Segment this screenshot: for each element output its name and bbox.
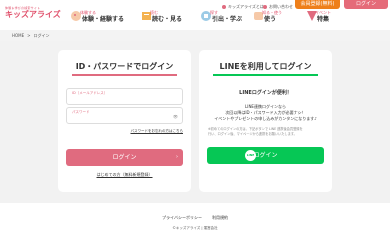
chevron-right-icon: ›	[176, 154, 178, 160]
register-button[interactable]: 会員登録(無料)	[295, 0, 340, 9]
site-header: 体験＆学びの検索サイト キッズアライズ 体験する 体験・経験する 読む 読む・見…	[0, 0, 390, 30]
nav-sub-label: イベント	[315, 10, 331, 15]
id-login-panel: ID・パスワードでログイン ID（メールアドレス） パスワード 👁 パスワードを…	[58, 50, 191, 192]
nav-item-use[interactable]: 知る・使う 使う	[252, 9, 292, 27]
id-field-label: ID（メールアドレス）	[72, 91, 108, 95]
password-field[interactable]: パスワード 👁	[66, 107, 183, 124]
nav-main-label: 読む・見る	[152, 16, 183, 23]
line-login-title: LINEを利用してログイン	[219, 62, 312, 71]
contact-link[interactable]: お問い合わせ	[263, 3, 293, 10]
header-login-button[interactable]: ログイン	[344, 0, 388, 9]
nav-sub-label: 体験する	[80, 10, 96, 15]
breadcrumb-current: ログイン	[33, 33, 50, 38]
about-link[interactable]: キッズアライズとは	[222, 3, 264, 10]
id-login-button[interactable]: ログイン ›	[66, 149, 183, 166]
main-content: ID・パスワードでログイン ID（メールアドレス） パスワード 👁 パスワードを…	[0, 41, 390, 203]
title-underline	[72, 74, 177, 76]
register-link[interactable]: はじめての方（無料新規登録）	[58, 172, 191, 177]
mail-icon	[263, 5, 267, 9]
privacy-policy-link[interactable]: プライバシーポリシー	[162, 215, 202, 220]
nav-item-learn[interactable]: 探す 引出・学ぶ	[200, 9, 245, 27]
about-link-label: キッズアライズとは	[228, 4, 264, 9]
line-login-button-label: ログイン	[253, 152, 278, 159]
line-desc-line: イベントやプレゼントの申し込みがカンタンになります♪	[214, 116, 317, 121]
logo-text: キッズアライズ	[5, 10, 61, 19]
nav-main-label: 特集	[317, 16, 330, 23]
nav-main-label: 使う	[264, 16, 277, 23]
footer-links: プライバシーポリシー 利用規約	[0, 215, 390, 221]
line-description: LINE連携ログインなら 次回以降はID・パスワード入力が必要ナシ！ イベントや…	[199, 104, 332, 122]
forgot-password-link[interactable]: パスワードをお忘れの方はこちら	[131, 129, 184, 134]
line-login-button[interactable]: LINE ログイン	[207, 147, 324, 164]
line-icon: LINE	[245, 150, 256, 161]
site-logo[interactable]: 体験＆学びの検索サイト キッズアライズ	[5, 6, 61, 20]
id-login-button-label: ログイン	[112, 154, 137, 161]
line-convenient-text: LINEログインが便利！	[239, 90, 292, 96]
nav-sub-label: 知る・使う	[262, 10, 282, 15]
breadcrumb: HOME > ログイン	[12, 32, 53, 39]
nav-main-label: 引出・学ぶ	[212, 16, 243, 23]
nav-item-experience[interactable]: 体験する 体験・経験する	[70, 9, 125, 27]
line-note-line: 行い、ログイン後、マイページから連携をお願いいたします。	[208, 131, 297, 136]
nav-item-read[interactable]: 読む 読む・見る	[140, 9, 185, 27]
id-field[interactable]: ID（メールアドレス）	[66, 88, 183, 105]
password-field-label: パスワード	[72, 110, 90, 114]
copyright: ©キッズアライズ | 運営会社	[172, 226, 218, 230]
nav-sub-label: 読む	[150, 10, 158, 15]
contact-link-label: お問い合わせ	[269, 4, 293, 9]
terms-link[interactable]: 利用規約	[212, 215, 228, 220]
nav-item-feature[interactable]: イベント 特集	[305, 9, 350, 27]
id-login-title: ID・パスワードでログイン	[75, 62, 174, 71]
nav-main-label: 体験・経験する	[82, 16, 125, 23]
line-login-panel: LINEを利用してログイン LINEログインが便利！ LINE連携ログインなら …	[199, 50, 332, 192]
nav-sub-label: 探す	[210, 10, 218, 15]
breadcrumb-separator: >	[27, 33, 31, 38]
breadcrumb-home[interactable]: HOME	[12, 33, 24, 38]
info-icon	[222, 5, 226, 9]
eye-icon[interactable]: 👁	[173, 114, 178, 119]
title-underline	[213, 74, 318, 76]
breadcrumb-bar: HOME > ログイン	[0, 30, 390, 41]
line-note: ※初めてのログインの方は、下記ボタンで LINE 連携後会員登録を 行い、ログイ…	[208, 127, 323, 136]
